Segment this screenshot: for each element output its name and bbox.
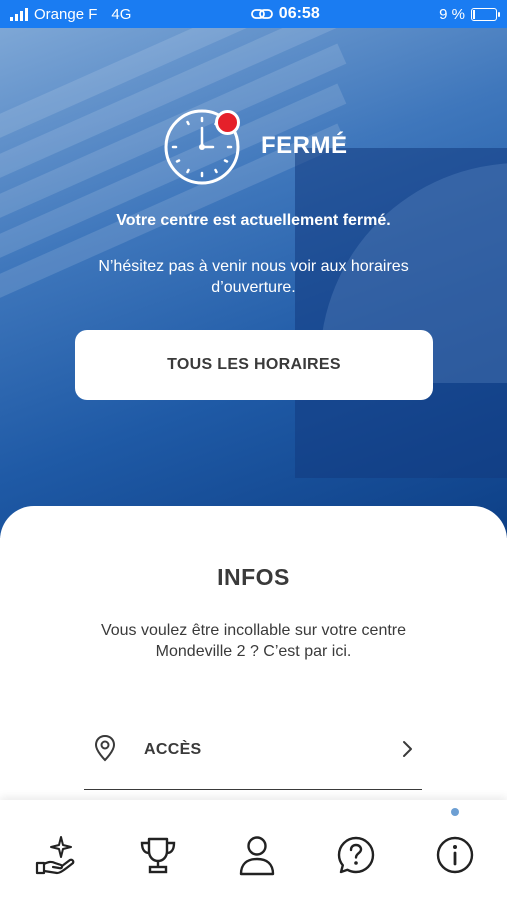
access-row[interactable]: ACCÈS xyxy=(84,726,422,790)
closed-status-dot xyxy=(215,110,240,135)
tab-profile[interactable] xyxy=(234,832,280,878)
network-label: 4G xyxy=(111,5,132,23)
all-hours-button[interactable]: TOUS LES HORAIRES xyxy=(75,330,433,400)
status-message: Votre centre est actuellement fermé. xyxy=(116,212,391,229)
active-tab-indicator xyxy=(451,808,459,816)
link-icon xyxy=(250,9,273,19)
signal-icon xyxy=(10,7,28,21)
info-description: Vous voulez être incollable sur votre ce… xyxy=(100,622,407,660)
info-circle-icon xyxy=(436,836,474,874)
trophy-icon xyxy=(140,837,176,874)
status-title: FERMÉ xyxy=(261,132,348,159)
access-label: ACCÈS xyxy=(144,741,202,758)
tab-offers[interactable] xyxy=(32,832,78,878)
bottom-tab-bar xyxy=(0,800,507,900)
clock-time: 06:58 xyxy=(278,5,320,22)
status-sub-message: N’hésitez pas à venir nous voir aux hora… xyxy=(98,258,409,296)
tab-info[interactable] xyxy=(432,832,478,878)
battery-icon xyxy=(470,7,500,21)
status-bar: Orange F 4G 06:58 9 % xyxy=(0,0,507,28)
status-bar-left: Orange F 4G xyxy=(10,6,131,23)
user-icon xyxy=(239,836,275,876)
tab-help[interactable] xyxy=(333,832,379,878)
battery-level xyxy=(472,9,475,19)
map-pin-icon xyxy=(94,734,116,762)
chevron-right-icon xyxy=(403,741,412,757)
status-bar-center: 06:58 xyxy=(250,5,320,23)
hand-sparkle-icon xyxy=(35,836,75,875)
hero-banner: FERMÉ Votre centre est actuellement ferm… xyxy=(0,28,507,538)
status-bar-right: 9 % xyxy=(439,5,500,23)
battery-percent: 9 % xyxy=(439,5,465,23)
tab-rewards[interactable] xyxy=(135,832,181,878)
info-title: INFOS xyxy=(217,564,290,590)
carrier-label: Orange F xyxy=(34,5,98,23)
help-circle-icon xyxy=(337,836,375,874)
info-card: INFOS Vous voulez être incollable sur vo… xyxy=(0,506,507,826)
